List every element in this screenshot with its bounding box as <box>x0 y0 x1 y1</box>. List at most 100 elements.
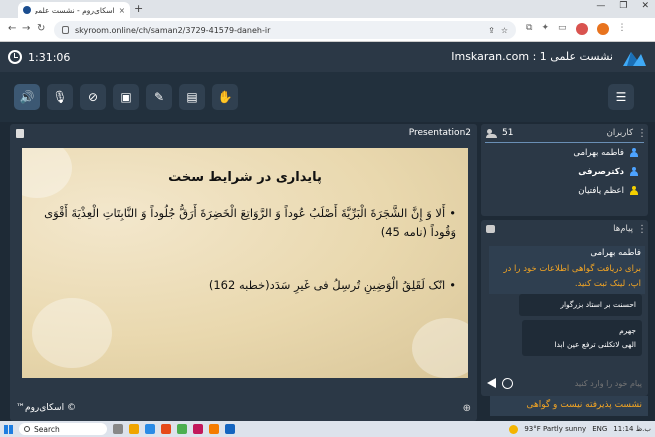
brush-icon: ✎ <box>153 90 165 104</box>
presentation-header: Presentation2 <box>10 124 477 142</box>
users-count: 51 <box>502 128 514 138</box>
app-header: 1:31:06 Imskaran.com : نشست علمی 1 <box>0 42 655 72</box>
user-row[interactable]: دکترصرفی <box>481 162 648 181</box>
session-timer: 1:31:06 <box>8 50 70 64</box>
address-bar: ← → ↻ skyroom.online/ch/saman2/3729-4157… <box>0 18 655 42</box>
user-row[interactable]: اعظم یافتیان <box>481 181 648 200</box>
lock-icon <box>62 26 69 34</box>
reload-icon[interactable]: ↻ <box>37 23 45 34</box>
clock-icon <box>8 50 22 64</box>
tab-title: اسکای‌روم - نشست علمی 1 <box>35 5 115 15</box>
weather-icon <box>509 424 519 434</box>
speaker-button[interactable]: 🔊 <box>14 84 40 110</box>
mic-off-icon: 🎙 <box>52 90 68 104</box>
extension-badge-icon[interactable] <box>596 23 609 35</box>
message-item: فاطمه بهرامی برای دریافت گواهی اطلاعات خ… <box>489 246 645 294</box>
presentation-title: Presentation2 <box>408 128 471 138</box>
users-header: 51 کاربران ⋮ <box>481 124 648 142</box>
file-button[interactable]: ▤ <box>179 84 205 110</box>
document-icon[interactable] <box>16 128 24 138</box>
presentation-panel: Presentation2 پایداری در شرایط سخت أَلا … <box>10 124 477 421</box>
language-indicator[interactable]: ENG <box>592 425 607 433</box>
presentation-footer: ™اسکای‌روم © ⊕ <box>10 395 477 421</box>
camera-button[interactable]: ⊘ <box>80 84 106 110</box>
system-tray: 93°F Partly sunny ENG 11:14 ب.ظ <box>509 424 651 434</box>
hand-icon: ✋ <box>217 90 233 104</box>
toolbar: 🔊 🎙 ⊘ ▣ ✎ ▤ ✋ ☰ <box>0 72 655 122</box>
session-title: Imskaran.com : نشست علمی 1 <box>451 50 613 63</box>
slide-bullet: أَلا وَ إِنَّ الشَّجَرَةَ الْبَرِّيَّةَ … <box>36 204 456 242</box>
back-icon[interactable]: ← <box>8 23 16 34</box>
windows-start-icon[interactable] <box>4 424 13 434</box>
hamburger-icon: ☰ <box>615 90 627 104</box>
chat-icon <box>486 225 495 233</box>
forward-icon[interactable]: → <box>22 23 30 34</box>
raise-hand-button[interactable]: ✋ <box>212 84 238 110</box>
maximize-icon[interactable]: ❐ <box>619 1 627 11</box>
url-field[interactable]: skyroom.online/ch/saman2/3729-41579-dane… <box>54 21 516 39</box>
minimize-icon[interactable]: — <box>596 1 605 11</box>
close-window-icon[interactable]: ✕ <box>641 1 649 11</box>
user-name: فاطمه بهرامی <box>573 147 624 158</box>
user-icon <box>630 167 638 176</box>
clock-text[interactable]: 11:14 ب.ظ <box>613 425 651 433</box>
chrome-icon[interactable] <box>177 424 187 434</box>
profile-avatar-icon[interactable] <box>575 23 588 35</box>
message-input[interactable] <box>519 378 642 388</box>
skyroom-favicon-icon <box>23 6 31 14</box>
explorer-icon[interactable] <box>129 424 139 434</box>
message-bubble: احسنت بر استاد بزرگوار <box>519 294 642 316</box>
main-menu-button[interactable]: ☰ <box>608 84 634 110</box>
search-icon <box>24 426 30 432</box>
blossom-decoration <box>32 298 112 368</box>
whiteboard-button[interactable]: ✎ <box>146 84 172 110</box>
new-tab-button[interactable]: + <box>134 2 143 15</box>
star-icon[interactable]: ☆ <box>501 26 508 35</box>
skyroom-app-icon[interactable] <box>209 424 219 434</box>
message-text: برای دریافت گواهی اطلاعات خود را در اپ، … <box>503 264 641 289</box>
user-row[interactable]: فاطمه بهرامی <box>481 143 648 162</box>
sidebar-icon[interactable]: ▭ <box>558 23 567 35</box>
slide-heading: پایداری در شرایط سخت <box>168 170 322 185</box>
messages-panel: پیام‌ها ⋮ فاطمه بهرامی برای دریافت گواهی… <box>481 220 648 396</box>
camera-off-icon: ⊘ <box>87 90 99 104</box>
firefox-icon[interactable] <box>161 424 171 434</box>
taskview-icon[interactable] <box>113 424 123 434</box>
search-label: Search <box>34 424 60 434</box>
message-text: احسنت بر استاد بزرگوار <box>560 300 636 309</box>
emoji-icon[interactable] <box>502 377 513 389</box>
speaker-icon: 🔊 <box>19 90 35 104</box>
mic-button[interactable]: 🎙 <box>47 84 73 110</box>
screen-share-icon: ▣ <box>120 90 132 104</box>
skyroom-logo-icon <box>623 52 646 66</box>
users-menu-icon[interactable]: ⋮ <box>637 128 647 139</box>
browser-tab[interactable]: اسکای‌روم - نشست علمی 1 × <box>18 2 130 18</box>
users-panel: 51 کاربران ⋮ فاطمه بهرامی دکترصرفی اعظم … <box>481 124 648 216</box>
windows-taskbar: Search 93°F Partly sunny ENG 11:14 ب.ظ <box>0 421 655 437</box>
message-sender: فاطمه بهرامی <box>590 248 641 258</box>
browser-actions: ⧉ ✦ ▭ ⋮ <box>526 23 627 35</box>
share-icon[interactable]: ⇪ <box>488 26 495 35</box>
send-icon[interactable] <box>487 378 496 388</box>
taskbar-search[interactable]: Search <box>19 423 107 435</box>
zoom-icon[interactable]: ⊕ <box>463 403 471 414</box>
user-icon <box>630 148 638 157</box>
weather-text: 93°F Partly sunny <box>524 425 587 433</box>
browser-menu-icon[interactable]: ⋮ <box>618 23 627 35</box>
extensions-icon[interactable]: ⧉ <box>526 23 532 35</box>
blossom-decoration <box>412 318 468 378</box>
message-text: الهی لاتکلنی ترفع عین ابدا <box>554 340 636 349</box>
word-icon[interactable] <box>225 424 235 434</box>
app-icon[interactable] <box>193 424 203 434</box>
edge-icon[interactable] <box>145 424 155 434</box>
puzzle-icon[interactable]: ✦ <box>541 23 549 35</box>
messages-title: پیام‌ها <box>613 224 633 234</box>
file-icon: ▤ <box>186 90 198 104</box>
window-controls: — ❐ ✕ <box>596 1 649 11</box>
screen-share-button[interactable]: ▣ <box>113 84 139 110</box>
messages-header: پیام‌ها ⋮ <box>481 220 648 238</box>
message-bubble: جهرم الهی لاتکلنی ترفع عین ابدا <box>522 320 642 356</box>
messages-menu-icon[interactable]: ⋮ <box>637 224 647 235</box>
users-title: کاربران <box>606 128 633 138</box>
close-tab-icon[interactable]: × <box>119 6 125 15</box>
